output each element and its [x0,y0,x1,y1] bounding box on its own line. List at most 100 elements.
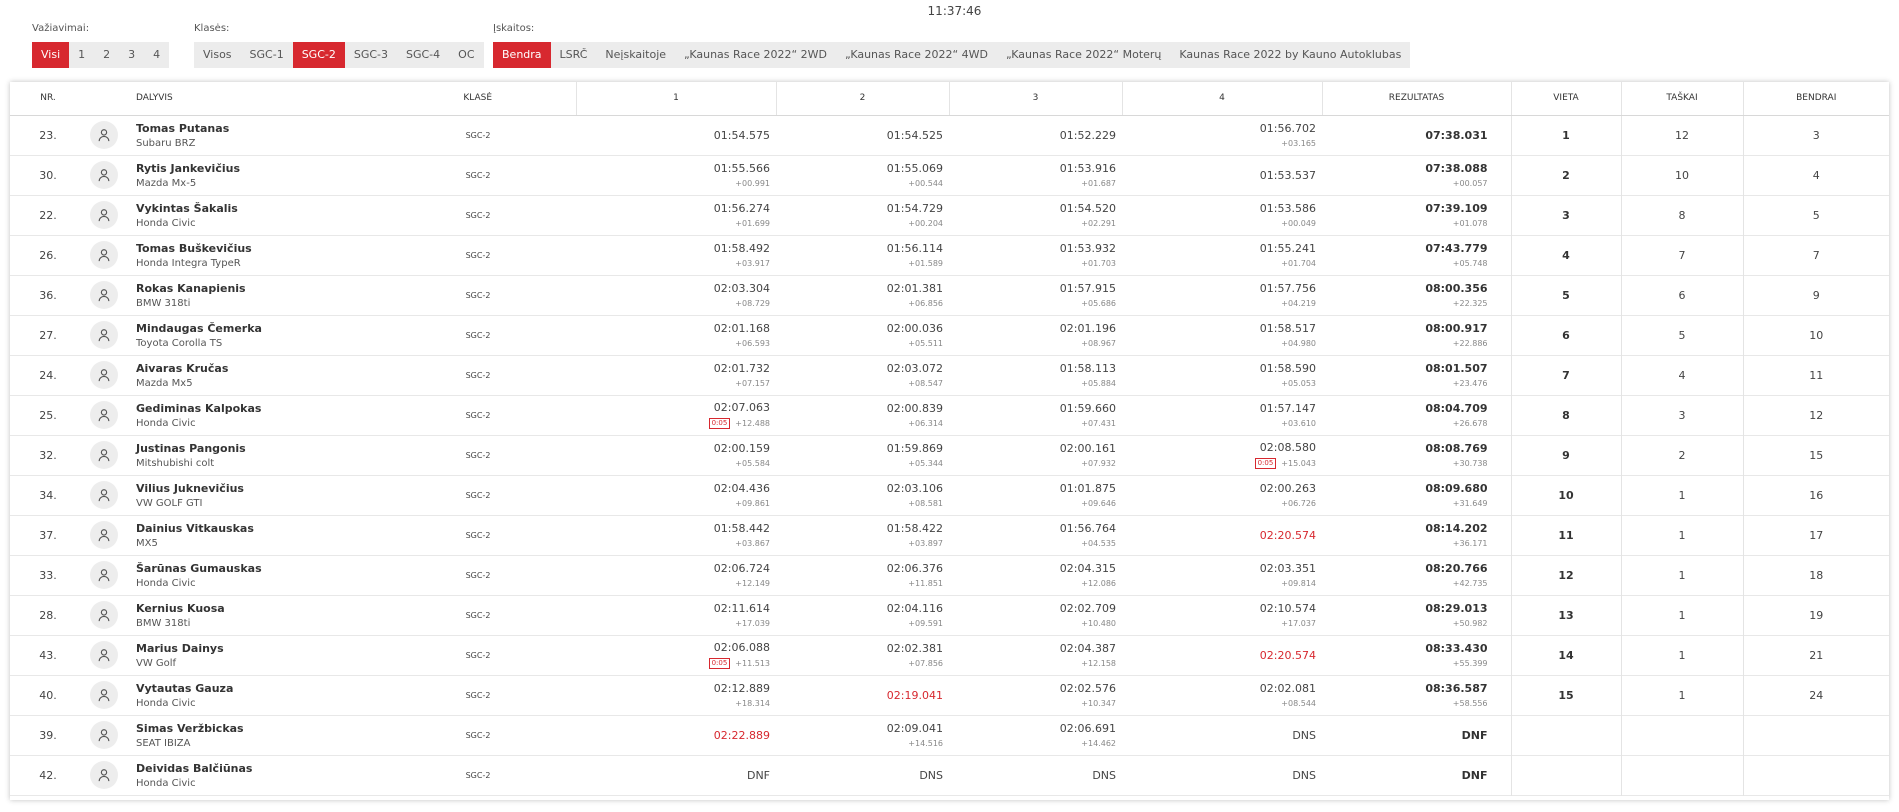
avatar-icon [90,201,118,229]
lap-time: 02:06.724 [713,562,770,575]
col-header-taskai[interactable]: TAŠKAI [1620,82,1743,116]
lap-diff: +05.511 [908,339,943,348]
driver-name[interactable]: Simas Veržbickas [136,722,380,735]
lap-time: 02:10.574 [1259,602,1316,615]
result-cell: 08:09.680 +31.649 [1322,475,1511,515]
col-header-dalyvis[interactable]: DALYVIS [136,82,380,116]
driver-name[interactable]: Vilius Juknevičius [136,482,380,495]
lap-time: 01:55.069 [886,162,943,175]
lap-time: 01:55.241 [1259,242,1316,255]
filter-klases-option-sgc-3[interactable]: SGC-3 [345,42,397,68]
table-row[interactable]: 40. Vytautas Gauza Honda Civic SGC-2 02:12.8… [10,675,1889,715]
col-header-lap-3[interactable]: 3 [948,82,1122,116]
lap-time: 01:58.590 [1259,362,1316,375]
table-row[interactable]: 34. Vilius Juknevičius VW GOLF GTI SGC-2 02:… [10,475,1889,515]
lap-time: 01:56.702 [1259,122,1316,135]
avatar-icon [90,681,118,709]
driver-name[interactable]: Vytautas Gauza [136,682,380,695]
driver-name[interactable]: Justinas Pangonis [136,442,380,455]
table-row[interactable]: 36. Rokas Kanapienis BMW 318ti SGC-2 02:03.3… [10,275,1889,315]
table-row[interactable]: 43. Marius Dainys VW Golf SGC-2 02:06.088 0:0… [10,635,1889,675]
lap-time: 02:04.116 [886,602,943,615]
row-nr: 24. [39,368,57,382]
table-row[interactable]: 28. Kernius Kuosa BMW 318ti SGC-2 02:11.614 +… [10,595,1889,635]
col-header-nr[interactable]: NR. [10,82,86,116]
table-row[interactable]: 22. Vykintas Šakalis Honda Civic SGC-2 01:56… [10,195,1889,235]
col-header-vieta[interactable]: VIETA [1510,82,1621,116]
col-header-klase[interactable]: KLASĖ [380,82,576,116]
result-time: 07:38.031 [1425,128,1488,142]
table-row[interactable]: 30. Rytis Jankevičius Mazda Mx-5 SGC-2 01:55… [10,155,1889,195]
driver-name[interactable]: Gediminas Kalpokas [136,402,380,415]
filter-iskaitos-option-neiskaitoje[interactable]: Neįskaitoje [596,42,675,68]
filter-klases-option-sgc-2[interactable]: SGC-2 [292,42,345,68]
place: 15 [1510,675,1621,715]
lap-diff: +03.610 [1281,419,1316,428]
lap-diff: +14.462 [1081,739,1116,748]
table-row[interactable]: 32. Justinas Pangonis Mitshubishi colt SGC-… [10,435,1889,475]
filter-iskaitos-option-kaunas-race-2022-moteru[interactable]: „Kaunas Race 2022“ Moterų [997,42,1170,68]
table-row[interactable]: 39. Simas Veržbickas SEAT IBIZA SGC-2 02:22.… [10,715,1889,755]
table-row[interactable]: 23. Tomas Putanas Subaru BRZ SGC-2 01:54.575… [10,115,1889,155]
driver-name[interactable]: Marius Dainys [136,642,380,655]
table-row[interactable]: 37. Dainius Vitkauskas MX5 SGC-2 01:58.442 +0… [10,515,1889,555]
filter-iskaitos: Įskaitos: Bendra LSRČ Neįskaitoje „Kaunas R… [493,23,1411,68]
filter-iskaitos-option-lsrc[interactable]: LSRČ [551,42,597,68]
driver-class: SGC-2 [465,330,491,340]
filter-iskaitos-option-kaunas-race-2022-2wd[interactable]: „Kaunas Race 2022“ 2WD [675,42,836,68]
result-time: DNF [1461,728,1488,742]
col-header-lap-1[interactable]: 1 [575,82,776,116]
filter-buttons: Visi 1 2 3 4 [32,42,170,68]
filter-klases-option-sgc-1[interactable]: SGC-1 [241,42,293,68]
row-nr: 32. [39,448,57,462]
driver-name[interactable]: Rytis Jankevičius [136,162,380,175]
filter-klases-option-visos[interactable]: Visos [194,42,241,68]
filter-iskaitos-option-kaunas-race-2022-by-kauno-autoklubas[interactable]: Kaunas Race 2022 by Kauno Autoklubas [1170,42,1410,68]
lap-diff: +06.593 [735,339,770,348]
result-diff: +23.476 [1452,379,1488,388]
filter-vaziavimai-option-4[interactable]: 4 [144,42,169,68]
col-header-lap-4[interactable]: 4 [1121,82,1322,116]
table-row[interactable]: 25. Gediminas Kalpokas Honda Civic SGC-2 02:… [10,395,1889,435]
filter-vaziavimai-option-visi[interactable]: Visi [32,42,70,68]
col-header-rezultatas[interactable]: REZULTATAS [1321,82,1511,116]
driver-name[interactable]: Tomas Putanas [136,122,380,135]
driver-name[interactable]: Deividas Balčiūnas [136,762,380,775]
lap-diff: +10.347 [1081,699,1116,708]
result-diff: +30.738 [1452,459,1488,468]
filter-vaziavimai-option-3[interactable]: 3 [119,42,144,68]
filter-vaziavimai-option-1[interactable]: 1 [69,42,94,68]
lap-diff: +08.547 [908,379,943,388]
driver-car: Honda Civic [136,697,196,709]
filter-iskaitos-option-bendra[interactable]: Bendra [493,42,551,68]
filter-klases-option-sgc-4[interactable]: SGC-4 [397,42,449,68]
table-row[interactable]: 26. Tomas Buškevičius Honda Integra TypeR S… [10,235,1889,275]
driver-name[interactable]: Kernius Kuosa [136,602,380,615]
driver-name[interactable]: Dainius Vitkauskas [136,522,380,535]
driver-name[interactable]: Mindaugas Čemerka [136,322,380,335]
filter-klases: Klasės: Visos SGC-1 SGC-2 SGC-3 SGC-4 OC [194,23,484,68]
col-header-lap-2[interactable]: 2 [775,82,949,116]
lap-diff: +01.699 [735,219,770,228]
lap-diff: +06.314 [908,419,943,428]
avatar-icon [90,761,118,789]
filter-iskaitos-option-kaunas-race-2022-4wd[interactable]: „Kaunas Race 2022“ 4WD [836,42,997,68]
table-row[interactable]: 24. Aivaras Kručas Mazda Mx5 SGC-2 02:01.732… [10,355,1889,395]
driver-name[interactable]: Vykintas Šakalis [136,202,380,215]
table-row[interactable]: 33. Šarūnas Gumauskas Honda Civic SGC-2 02:0… [10,555,1889,595]
table-row[interactable]: 42. Deividas Balčiūnas Honda Civic SGC-2 DNF… [10,755,1889,795]
place: 9 [1510,435,1621,475]
driver-name[interactable]: Rokas Kanapienis [136,282,380,295]
col-header-bendrai[interactable]: BENDRAI [1742,82,1889,116]
filter-klases-option-oc[interactable]: OC [449,42,483,68]
driver-name[interactable]: Šarūnas Gumauskas [136,562,380,575]
lap-3-cell: DNS [949,755,1122,795]
lap-time: 02:22.889 [713,728,770,742]
result-diff: +36.171 [1452,539,1488,548]
row-nr: 40. [39,688,57,702]
table-row[interactable]: 27. Mindaugas Čemerka Toyota Corolla TS SGC… [10,315,1889,355]
driver-name[interactable]: Tomas Buškevičius [136,242,380,255]
filter-vaziavimai-option-2[interactable]: 2 [94,42,119,68]
driver-car: Toyota Corolla TS [136,337,223,349]
driver-name[interactable]: Aivaras Kručas [136,362,380,375]
